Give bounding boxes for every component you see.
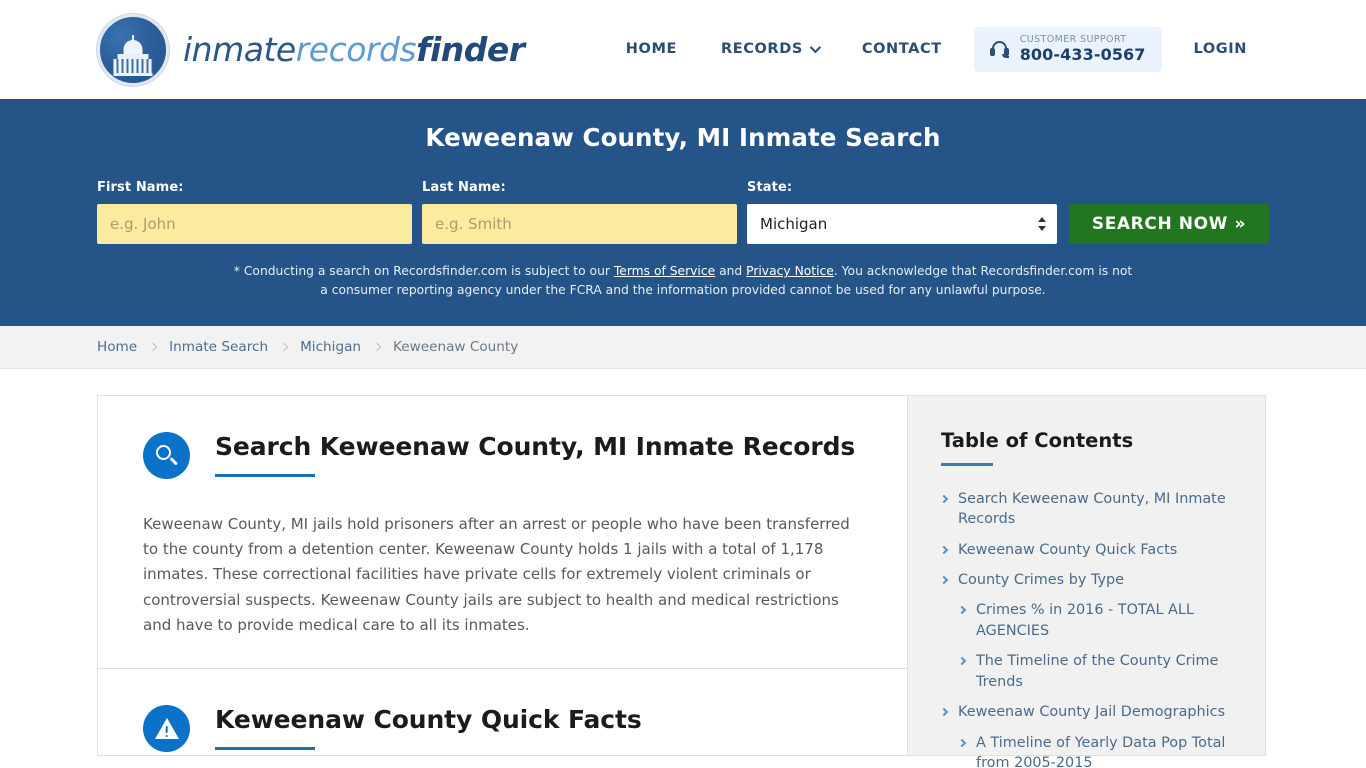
section-rule: [215, 747, 315, 751]
nav-item-home[interactable]: HOME: [604, 31, 699, 67]
state-label: State:: [747, 180, 793, 195]
state-select[interactable]: [747, 204, 1057, 244]
last-name-label: Last Name:: [422, 180, 506, 195]
toc-item-crimes-percent-2016[interactable]: Crimes % in 2016 - TOTAL ALL AGENCIES: [941, 600, 1234, 641]
nav-label-contact: CONTACT: [861, 41, 942, 58]
toc-item-quick-facts[interactable]: Keweenaw County Quick Facts: [939, 540, 1234, 560]
privacy-notice-link[interactable]: Privacy Notice: [746, 264, 834, 278]
state-field-group: State:: [747, 180, 1057, 244]
logo-wordmark: inmaterecordsfinder: [183, 33, 525, 66]
chevron-right-icon: [957, 657, 967, 666]
main-navigation: HOME RECORDS CONTACT CUSTOMER SUPPORT 80…: [604, 27, 1269, 72]
breadcrumb-separator-icon: [148, 342, 158, 352]
toc-link[interactable]: The Timeline of the County Crime Trends: [976, 651, 1234, 692]
capitol-dome-icon: [97, 13, 169, 86]
headset-icon: [989, 40, 1009, 59]
section-title: Keweenaw County Quick Facts: [215, 705, 642, 735]
nav-label-home: HOME: [625, 41, 677, 58]
search-now-button[interactable]: SEARCH NOW »: [1069, 204, 1269, 244]
chevron-right-icon: [939, 494, 949, 503]
site-logo[interactable]: inmaterecordsfinder: [97, 13, 525, 86]
toc-item-search-records[interactable]: Search Keweenaw County, MI Inmate Record…: [939, 489, 1234, 530]
breadcrumb: Home Inmate Search Michigan Keweenaw Cou…: [0, 326, 1366, 370]
section-search-inmate-records: Search Keweenaw County, MI Inmate Record…: [98, 396, 907, 668]
warning-triangle-icon: [143, 705, 190, 753]
toc-rule: [941, 463, 993, 466]
toc-item-jail-demographics[interactable]: Keweenaw County Jail Demographics: [939, 702, 1234, 722]
breadcrumb-separator-icon: [372, 342, 382, 352]
breadcrumb-item-current: Keweenaw County: [393, 339, 519, 356]
hero-search-panel: Keweenaw County, MI Inmate Search First …: [0, 99, 1366, 327]
toc-item-crime-trends-timeline[interactable]: The Timeline of the County Crime Trends: [941, 651, 1234, 692]
nav-label-records: RECORDS: [720, 41, 803, 58]
nav-item-records[interactable]: RECORDS: [699, 31, 840, 67]
support-phone: 800-433-0567: [1019, 45, 1146, 65]
disclaimer-and: and: [715, 264, 747, 278]
chevron-right-icon: [957, 738, 967, 747]
logo-part-records: records: [295, 30, 417, 69]
chevron-right-icon: [939, 575, 949, 585]
section-paragraph: Keweenaw County, MI jails hold prisoners…: [143, 515, 850, 634]
toc-link[interactable]: Crimes % in 2016 - TOTAL ALL AGENCIES: [976, 600, 1234, 641]
chevron-down-icon: [809, 42, 821, 54]
nav-label-login: LOGIN: [1193, 41, 1247, 58]
toc-item-county-crimes-by-type[interactable]: County Crimes by Type: [939, 570, 1234, 590]
chevron-right-icon: [939, 545, 949, 554]
last-name-field-group: Last Name:: [422, 180, 737, 244]
breadcrumb-item-inmate-search[interactable]: Inmate Search: [169, 339, 268, 355]
search-form: First Name: Last Name: State: SEARCH NOW…: [97, 180, 1269, 244]
disclaimer-text-1: * Conducting a search on Recordsfinder.c…: [233, 264, 614, 278]
search-disclaimer: * Conducting a search on Recordsfinder.c…: [233, 262, 1133, 300]
first-name-field-group: First Name:: [97, 180, 412, 244]
first-name-label: First Name:: [97, 180, 184, 195]
customer-support-box[interactable]: CUSTOMER SUPPORT 800-433-0567: [973, 27, 1162, 72]
terms-of-service-link[interactable]: Terms of Service: [614, 264, 715, 278]
toc-item-pop-total-timeline[interactable]: A Timeline of Yearly Data Pop Total from…: [941, 733, 1234, 768]
toc-link[interactable]: A Timeline of Yearly Data Pop Total from…: [976, 733, 1234, 768]
chevron-right-icon: [957, 606, 967, 615]
logo-part-finder: finder: [416, 30, 525, 69]
breadcrumb-item-michigan[interactable]: Michigan: [300, 339, 361, 355]
toc-link[interactable]: Search Keweenaw County, MI Inmate Record…: [958, 489, 1234, 530]
logo-part-inmate: inmate: [183, 30, 296, 69]
page-title: Keweenaw County, MI Inmate Search: [425, 123, 941, 152]
main-content: Search Keweenaw County, MI Inmate Record…: [97, 395, 907, 757]
toc-list: Search Keweenaw County, MI Inmate Record…: [939, 489, 1234, 768]
nav-item-login[interactable]: LOGIN: [1172, 31, 1269, 67]
magnifier-icon: [143, 432, 190, 480]
nav-item-contact[interactable]: CONTACT: [840, 31, 964, 67]
site-header: inmaterecordsfinder HOME RECORDS CONTACT…: [0, 0, 1366, 99]
first-name-input[interactable]: [97, 204, 412, 244]
table-of-contents-panel: Table of Contents Search Keweenaw County…: [907, 395, 1266, 768]
section-rule: [215, 474, 315, 478]
breadcrumb-item-home[interactable]: Home: [97, 339, 137, 355]
toc-title: Table of Contents: [941, 429, 1134, 453]
page-body: Search Keweenaw County, MI Inmate Record…: [0, 369, 1366, 768]
chevron-right-icon: [939, 707, 949, 717]
section-quick-facts: Keweenaw County Quick Facts: [98, 668, 907, 768]
toc-link[interactable]: Keweenaw County Jail Demographics: [958, 702, 1225, 722]
breadcrumb-separator-icon: [279, 342, 289, 352]
toc-link[interactable]: Keweenaw County Quick Facts: [958, 540, 1177, 560]
last-name-input[interactable]: [422, 204, 737, 244]
toc-link[interactable]: County Crimes by Type: [958, 570, 1124, 590]
section-title: Search Keweenaw County, MI Inmate Record…: [215, 432, 856, 462]
